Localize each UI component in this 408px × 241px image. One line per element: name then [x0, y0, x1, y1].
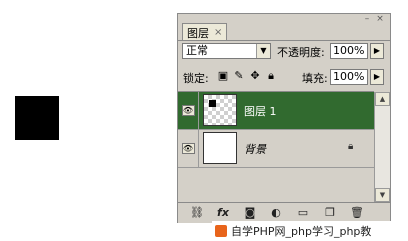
blend-mode-select[interactable]: 正常 ▼: [182, 43, 271, 59]
thumbnail-content: [209, 100, 216, 107]
layer-row[interactable]: 👁︎ 图层 1: [178, 92, 374, 130]
scroll-down-icon[interactable]: ▼: [375, 188, 390, 202]
tab-close-icon[interactable]: ×: [214, 27, 222, 38]
opacity-arrow-icon[interactable]: ▶: [370, 43, 384, 59]
layer-row[interactable]: 👁︎ 背景 🔒︎: [178, 130, 374, 168]
layer-thumbnail: [203, 94, 237, 126]
watermark: 自学PHP网_php学习_php教: [212, 221, 408, 241]
watermark-text: 自学PHP网_php学习_php教: [231, 225, 372, 238]
blend-opacity-row: 正常 ▼ 不透明度: 100% ▶: [178, 43, 390, 63]
lock-all-icon[interactable]: 🔒︎: [265, 70, 277, 82]
tab-layers[interactable]: 图层 ×: [182, 23, 228, 41]
adjustment-icon[interactable]: ◐: [269, 206, 283, 219]
layers-scrollbar[interactable]: ▲ ▼: [374, 92, 390, 202]
layers-panel: – × 图层 × 正常 ▼ 不透明度: 100% ▶ 锁定: ▣ ✎ ✥ 🔒︎ …: [177, 13, 391, 223]
layer-name: 背景: [244, 143, 266, 156]
new-layer-icon[interactable]: ❐: [323, 206, 337, 219]
link-icon[interactable]: ⛓: [190, 206, 204, 219]
mask-icon[interactable]: ◙: [243, 206, 257, 219]
lock-move-icon[interactable]: ✥: [249, 70, 261, 82]
canvas-black-square: [15, 96, 59, 140]
fill-input[interactable]: 100%: [330, 69, 368, 85]
panel-bottom-toolbar: ⛓ fx ◙ ◐ ▭ ❐ 🗑︎: [178, 202, 390, 223]
lock-icon: 🔒︎: [348, 141, 354, 152]
lock-transparent-icon[interactable]: ▣: [217, 70, 229, 82]
fill-arrow-icon[interactable]: ▶: [370, 69, 384, 85]
chevron-down-icon[interactable]: ▼: [256, 44, 270, 58]
fill-label: 填充:: [302, 72, 328, 85]
folder-icon[interactable]: ▭: [296, 206, 310, 219]
blend-mode-value: 正常: [186, 44, 208, 57]
lock-brush-icon[interactable]: ✎: [233, 70, 245, 82]
lock-fill-row: 锁定: ▣ ✎ ✥ 🔒︎ 填充: 100% ▶: [178, 69, 390, 89]
visibility-toggle[interactable]: 👁︎: [178, 130, 199, 167]
tab-label: 图层: [187, 26, 209, 40]
tab-divider: [178, 40, 390, 41]
layers-list: 👁︎ 图层 1 👁︎ 背景 🔒︎: [178, 91, 374, 202]
layer-thumbnail: [203, 132, 237, 164]
layer-name: 图层 1: [244, 105, 277, 118]
eye-icon: 👁︎: [181, 143, 195, 154]
trash-icon[interactable]: 🗑︎: [350, 206, 364, 219]
minimize-icon[interactable]: –: [362, 15, 372, 24]
watermark-logo-icon: [215, 225, 227, 237]
lock-label: 锁定:: [183, 72, 209, 85]
close-icon[interactable]: ×: [375, 15, 385, 24]
opacity-label: 不透明度:: [277, 46, 325, 59]
eye-icon: 👁︎: [181, 105, 195, 116]
opacity-input[interactable]: 100%: [330, 43, 368, 59]
visibility-toggle[interactable]: 👁︎: [178, 92, 199, 129]
panel-title-bar[interactable]: [178, 14, 390, 22]
fx-icon[interactable]: fx: [216, 206, 230, 219]
scroll-up-icon[interactable]: ▲: [375, 92, 390, 106]
